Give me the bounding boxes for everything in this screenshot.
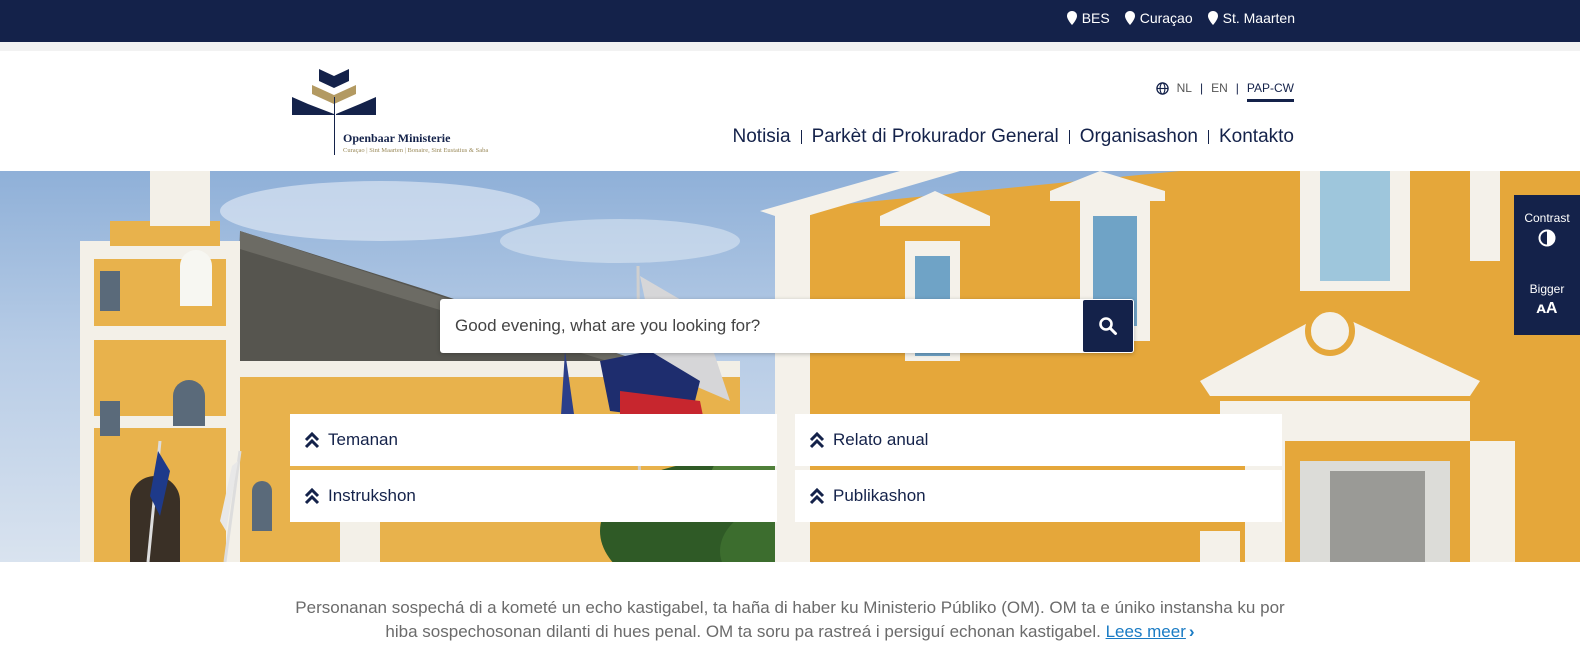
language-en[interactable]: EN <box>1211 81 1228 95</box>
search-icon <box>1099 317 1117 335</box>
region-links: BES Curaçao St. Maarten <box>1066 10 1295 26</box>
map-pin-icon <box>1124 11 1135 25</box>
quick-link-label: Instrukshon <box>328 486 416 505</box>
region-link-st-maarten[interactable]: St. Maarten <box>1207 10 1295 26</box>
nav-separator <box>1208 130 1209 144</box>
site-logo[interactable]: Openbaar Ministerie Curaçao | Sint Maart… <box>292 67 532 159</box>
contrast-label: Contrast <box>1524 211 1570 225</box>
nav-item-organisashon[interactable]: Organisashon <box>1080 126 1198 148</box>
language-switcher: NL | EN | PAP-CW <box>1155 81 1294 102</box>
contrast-icon <box>1538 229 1556 247</box>
quick-link-label: Publikashon <box>833 486 926 505</box>
region-label: Curaçao <box>1139 10 1193 26</box>
double-chevron-up-icon <box>809 487 825 505</box>
language-separator: | <box>1199 81 1204 95</box>
double-chevron-up-icon <box>809 431 825 449</box>
search-input[interactable] <box>440 299 1083 353</box>
logo-subtitle: Curaçao | Sint Maarten | Bonaire, Sint E… <box>343 147 489 154</box>
region-label: St. Maarten <box>1222 10 1295 26</box>
map-pin-icon <box>1207 11 1218 25</box>
text-size-icon: ᴀA <box>1536 300 1558 317</box>
contrast-button[interactable]: Contrast <box>1514 211 1580 247</box>
quick-link-instrukshon[interactable]: Instrukshon <box>290 470 777 522</box>
hero-banner: Temanan Relato anual Instrukshon Publika… <box>0 171 1580 562</box>
nav-item-parket[interactable]: Parkèt di Prokurador General <box>812 126 1059 148</box>
map-pin-icon <box>1066 11 1077 25</box>
globe-icon <box>1155 81 1169 95</box>
main-navigation: Notisia Parkèt di Prokurador General Org… <box>733 126 1295 148</box>
logo-title: Openbaar Ministerie <box>343 131 451 145</box>
bigger-label: Bigger <box>1529 282 1565 296</box>
quick-link-publikashon[interactable]: Publikashon <box>795 470 1282 522</box>
quick-link-label: Temanan <box>328 430 398 449</box>
double-chevron-up-icon <box>304 487 320 505</box>
top-bar: BES Curaçao St. Maarten <box>0 0 1580 42</box>
bigger-text-button[interactable]: Bigger ᴀA <box>1514 282 1580 318</box>
language-separator: | <box>1235 81 1239 95</box>
quick-link-temanan[interactable]: Temanan <box>290 414 777 466</box>
region-link-curacao[interactable]: Curaçao <box>1124 10 1193 26</box>
nav-separator <box>1068 130 1070 144</box>
header-divider <box>0 42 1580 51</box>
hero-background-image <box>80 171 1580 562</box>
intro-paragraph: Personanan sospechá di a kometé un echo … <box>290 596 1290 644</box>
language-pap-cw[interactable]: PAP-CW <box>1246 81 1294 102</box>
logo-divider-line <box>334 97 335 155</box>
nav-separator <box>800 130 802 144</box>
region-label: BES <box>1081 10 1110 26</box>
nav-item-notisia[interactable]: Notisia <box>733 126 791 148</box>
quick-link-relato-anual[interactable]: Relato anual <box>795 414 1282 466</box>
nav-item-kontakto[interactable]: Kontakto <box>1219 126 1294 148</box>
language-nl[interactable]: NL <box>1177 81 1192 95</box>
search-box <box>440 299 1134 353</box>
double-chevron-up-icon <box>304 431 320 449</box>
read-more-link[interactable]: Lees meer <box>1106 622 1186 641</box>
region-link-bes[interactable]: BES <box>1066 10 1110 26</box>
search-button[interactable] <box>1083 300 1133 352</box>
quick-link-label: Relato anual <box>833 430 929 449</box>
accessibility-panel: Contrast Bigger ᴀA <box>1514 195 1580 335</box>
logo-mark-icon <box>292 69 376 115</box>
chevron-right-icon: › <box>1188 622 1195 641</box>
site-header: Openbaar Ministerie Curaçao | Sint Maart… <box>0 51 1580 171</box>
